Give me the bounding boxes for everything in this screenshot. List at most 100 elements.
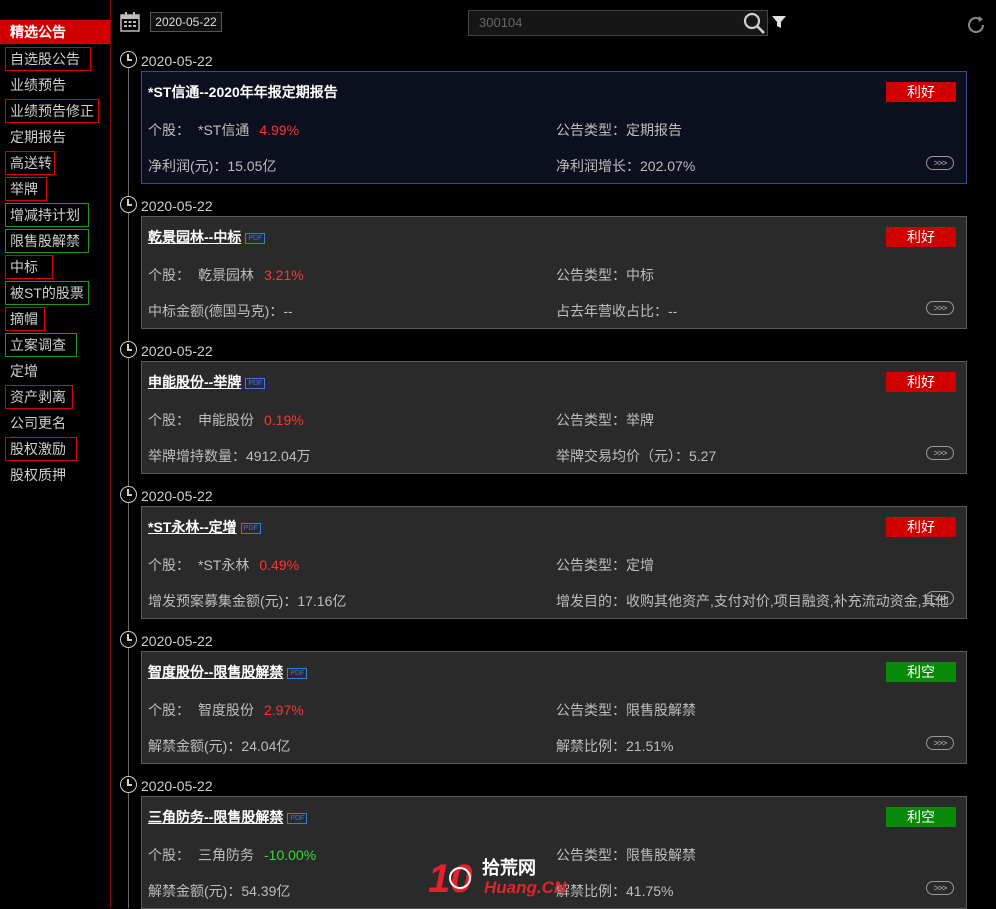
timeline-date: 2020-05-22 [141,488,213,504]
sentiment-badge: 利空 [886,662,956,682]
announcement-title-text[interactable]: 申能股份--举牌 [148,374,241,390]
announcement-title-text[interactable]: *ST信通--2020年年报定期报告 [148,84,338,100]
sidebar-item[interactable]: 立案调查 [10,336,66,354]
stock-label: 个股： [148,702,190,718]
announcement-title[interactable]: 乾景园林--中标 PDF [148,227,266,247]
more-button[interactable]: >>> [926,301,954,315]
announcement-title[interactable]: *ST信通--2020年年报定期报告 [148,82,338,102]
sentiment-badge: 利好 [886,372,956,392]
announcement-title[interactable]: 三角防务--限售股解禁 PDF [148,807,308,827]
announcement-title[interactable]: 智度股份--限售股解禁 PDF [148,662,308,682]
stock-name[interactable]: 乾景园林 [198,267,254,283]
stock-label: 个股： [148,122,190,138]
search-input[interactable]: 300104 [468,10,768,36]
sidebar-item[interactable]: 业绩预告 [10,76,66,94]
sidebar: 精选公告 自选股公告业绩预告业绩预告修正 定期报告高送转举牌增减持计划限售股解禁中… [0,0,111,908]
sentiment-badge: 利好 [886,517,956,537]
stock-label: 个股： [148,847,190,863]
sidebar-item[interactable]: 中标 [10,258,38,276]
sidebar-item[interactable]: 举牌 [10,180,38,198]
sidebar-item[interactable]: 限售股解禁 [10,232,80,250]
stock-name[interactable]: *ST信通 [198,122,249,138]
sidebar-item[interactable]: 摘帽 [10,310,38,328]
announcement-title-text[interactable]: 三角防务--限售股解禁 [148,809,283,825]
search-icon[interactable] [742,11,766,35]
detail-left: 中标金额(德国马克)：-- [148,303,293,319]
refresh-icon[interactable] [965,14,987,36]
type-label: 公告类型： [556,702,626,718]
clock-icon [120,776,137,793]
more-button[interactable]: >>> [926,881,954,895]
timeline-date: 2020-05-22 [141,633,213,649]
sidebar-item[interactable]: 业绩预告修正 [10,102,94,120]
sentiment-badge: 利好 [886,227,956,247]
more-button[interactable]: >>> [926,446,954,460]
sidebar-item[interactable]: 公司更名 [10,414,66,432]
detail-left: 举牌增持数量：4912.04万 [148,448,311,464]
calendar-icon[interactable] [120,12,140,32]
type-label: 公告类型： [556,267,626,283]
detail-left: 解禁金额(元)：24.04亿 [148,738,291,754]
detail-right: 举牌交易均价（元）：5.27 [556,448,717,464]
announcement-type: 限售股解禁 [626,847,696,863]
clock-icon [120,196,137,213]
detail-right: 解禁比例：21.51% [556,738,674,754]
sidebar-item[interactable]: 资产剥离 [10,388,66,406]
announcement-title-text[interactable]: 智度股份--限售股解禁 [148,664,283,680]
pdf-icon[interactable]: PDF [287,812,308,824]
stock-row: 个股： 申能股份 0.19% [148,410,304,430]
announcement-title[interactable]: 申能股份--举牌 PDF [148,372,266,392]
stock-row: 个股： *ST信通 4.99% [148,120,299,140]
announcement-title-text[interactable]: *ST永林--定增 [148,519,237,535]
price-change: 2.97% [264,702,304,718]
sidebar-item[interactable]: 自选股公告 [10,50,80,68]
announcement-title-text[interactable]: 乾景园林--中标 [148,229,241,245]
clock-icon [120,486,137,503]
stock-row: 个股： 智度股份 2.97% [148,700,304,720]
stock-row: 个股： *ST永林 0.49% [148,555,299,575]
sidebar-item[interactable]: 股权质押 [10,466,66,484]
announcement-card[interactable]: 申能股份--举牌 PDF 利好 个股： 申能股份 0.19% 公告类型：举牌 举牌增持数量：4… [141,361,967,474]
stock-name[interactable]: *ST永林 [198,557,249,573]
detail-right: 增发目的：收购其他资产,支付对价,项目融资,补充流动资金,其他 [556,593,948,609]
announcement-card[interactable]: *ST信通--2020年年报定期报告 利好 个股： *ST信通 4.99% 公告类型：定期… [141,71,967,184]
announcement-type: 定增 [626,557,654,573]
sentiment-badge: 利空 [886,807,956,827]
announcement-type: 举牌 [626,412,654,428]
more-button[interactable]: >>> [926,156,954,170]
svg-text:拾荒网: 拾荒网 [482,857,536,879]
sidebar-item[interactable]: 增减持计划 [10,206,80,224]
type-label: 公告类型： [556,412,626,428]
filter-icon[interactable] [771,14,787,30]
pdf-icon[interactable]: PDF [287,667,308,679]
type-label: 公告类型： [556,847,626,863]
sidebar-item[interactable]: 被ST的股票 [10,284,84,302]
price-change: 3.21% [264,267,304,283]
sidebar-item[interactable]: 定期报告 [10,128,66,146]
announcement-card[interactable]: 乾景园林--中标 PDF 利好 个股： 乾景园林 3.21% 公告类型：中标 中标金额(德国马… [141,216,967,329]
sidebar-item[interactable]: 股权激励 [10,440,66,458]
more-button[interactable]: >>> [926,736,954,750]
detail-left: 增发预案募集金额(元)：17.16亿 [148,593,347,609]
type-row: 公告类型：定增 [556,555,654,575]
sidebar-item[interactable]: 高送转 [10,154,52,172]
stock-name[interactable]: 申能股份 [198,412,254,428]
price-change: 0.19% [264,412,304,428]
type-label: 公告类型： [556,122,626,138]
stock-name[interactable]: 三角防务 [198,847,254,863]
type-row: 公告类型：限售股解禁 [556,845,696,865]
pdf-icon[interactable]: PDF [245,232,266,244]
sidebar-item-selected-announcements[interactable]: 精选公告 [0,20,110,44]
sidebar-item[interactable]: 定增 [10,362,38,380]
announcement-card[interactable]: *ST永林--定增 PDF 利好个股： *ST永林 0.49% 公告类型：定增增发预案募集… [141,506,967,619]
pdf-icon[interactable]: PDF [240,522,261,534]
stock-name[interactable]: 智度股份 [198,702,254,718]
type-row: 公告类型：中标 [556,265,654,285]
announcement-card[interactable]: 智度股份--限售股解禁 PDF 利空 个股： 智度股份 2.97% 公告类型：限售股解禁 解禁… [141,651,967,764]
type-row: 公告类型：定期报告 [556,120,682,140]
timeline-date: 2020-05-22 [141,53,213,69]
announcement-title[interactable]: *ST永林--定增 PDF [148,517,261,537]
date-field[interactable]: 2020-05-22 [150,12,222,32]
pdf-icon[interactable]: PDF [245,377,266,389]
more-button[interactable]: >>> [926,591,954,605]
